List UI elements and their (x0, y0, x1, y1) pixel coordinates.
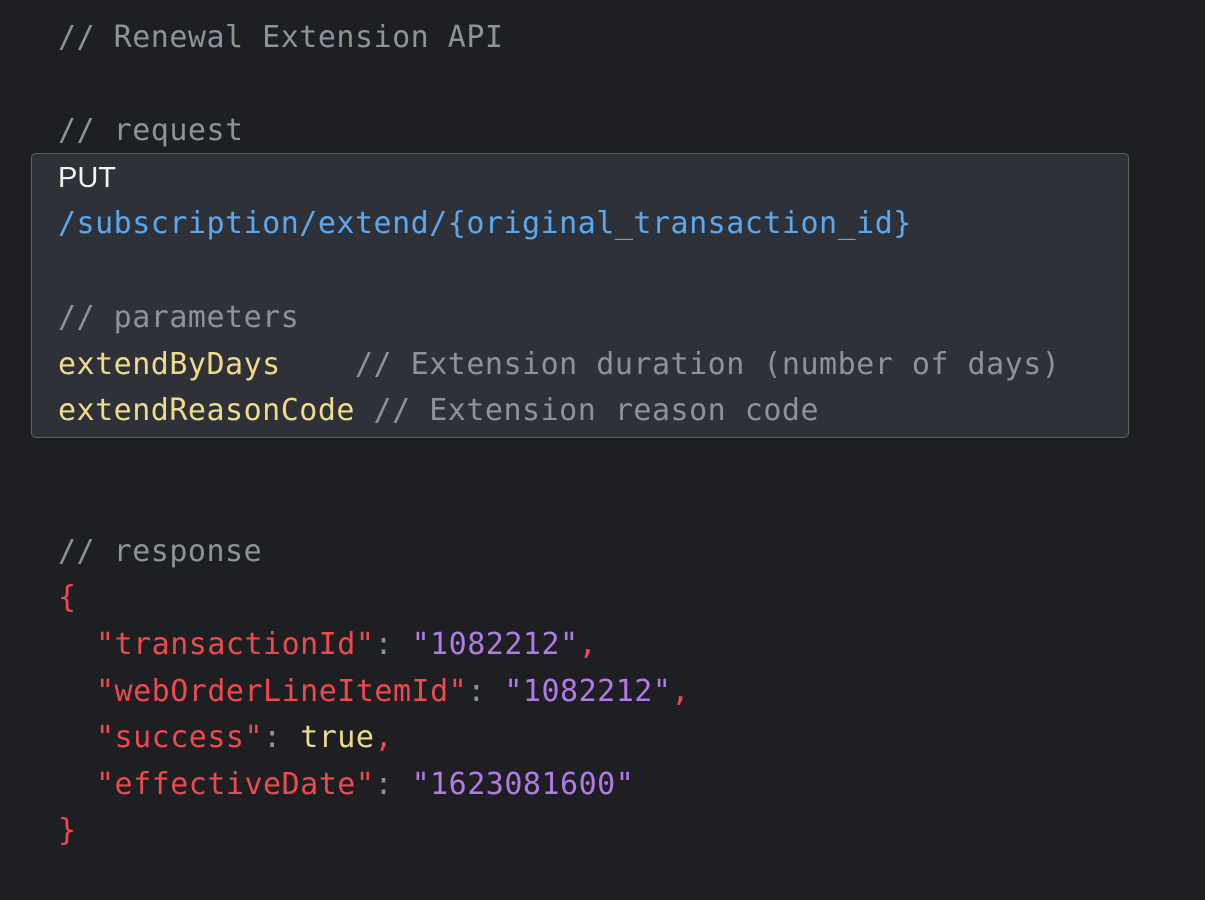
field-separator: : (374, 627, 412, 662)
open-brace: { (58, 580, 77, 615)
field-key: "success" (96, 720, 264, 755)
field-separator: : (467, 674, 505, 709)
field-key: "transactionId" (96, 627, 375, 662)
param-comment: // Extension reason code (373, 393, 820, 428)
request-comment: // request (58, 113, 244, 148)
param-name: extendByDays (58, 347, 281, 382)
field-key: "effectiveDate" (96, 767, 375, 802)
response-field: "transactionId": "1082212", (96, 625, 597, 665)
parameters-comment: // parameters (58, 300, 300, 335)
param-name: extendReasonCode (58, 393, 355, 428)
param-row: extendReasonCode // Extension reason cod… (58, 391, 819, 431)
response-field: "effectiveDate": "1623081600" (96, 765, 634, 805)
response-field: "success": true, (96, 718, 393, 758)
header-comment: // Renewal Extension API (58, 20, 504, 55)
endpoint-path: /subscription/extend/{original_transacti… (58, 206, 912, 241)
field-comma: , (374, 720, 393, 755)
param-spacer (281, 347, 355, 382)
field-separator: : (263, 720, 301, 755)
field-value: "1082212" (411, 627, 579, 662)
field-value: "1082212" (504, 674, 672, 709)
close-brace: } (58, 813, 77, 848)
param-spacer (355, 393, 374, 428)
field-value: true (300, 720, 375, 755)
param-row: extendByDays // Extension duration (numb… (58, 345, 1060, 385)
field-value: "1623081600" (411, 767, 635, 802)
field-comma: , (578, 627, 598, 662)
response-comment: // response (58, 534, 263, 569)
field-comma: , (671, 674, 690, 709)
field-separator: : (374, 767, 412, 802)
field-key: "webOrderLineItemId" (96, 674, 468, 709)
response-field: "webOrderLineItemId": "1082212", (96, 672, 690, 712)
param-comment: // Extension duration (number of days) (355, 347, 1061, 382)
http-method: PUT (58, 162, 116, 194)
